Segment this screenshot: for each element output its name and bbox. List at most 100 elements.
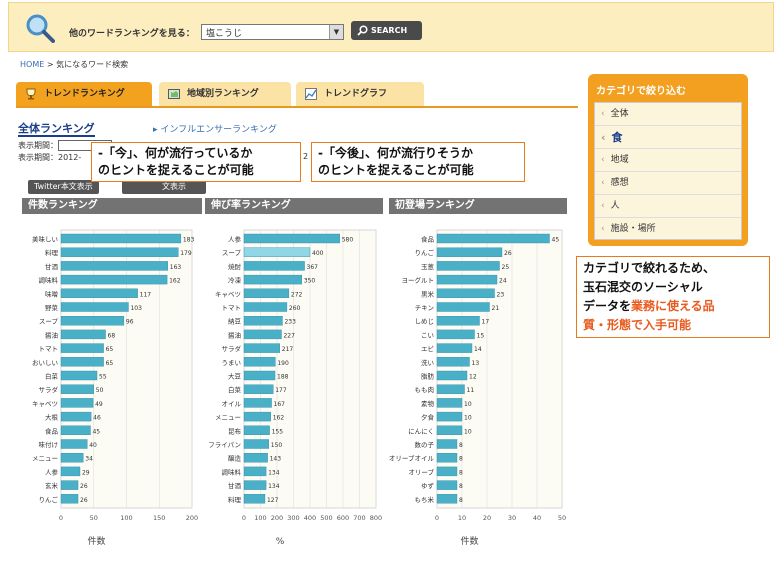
bar xyxy=(436,261,500,271)
category-label: 食品 xyxy=(421,235,434,244)
value-label: 40 xyxy=(89,442,97,449)
value-label: 14 xyxy=(474,346,482,353)
value-label: 217 xyxy=(282,346,294,353)
tick-label: 600 xyxy=(337,514,349,522)
category-label: 素物 xyxy=(421,399,435,408)
value-label: 127 xyxy=(267,497,279,504)
value-label: 272 xyxy=(291,291,303,298)
tick-label: 100 xyxy=(254,514,266,522)
category-label: にんにく xyxy=(408,427,434,435)
callout-future-line1: -「今後」、何が流行りそうか xyxy=(318,146,473,160)
bar xyxy=(243,494,266,504)
period-label: 表示期間：2012- xyxy=(18,153,82,162)
tick-label: 200 xyxy=(271,514,283,522)
sidebar-item-region[interactable]: ‹ 地域 xyxy=(595,149,741,172)
category-label: 美味しい xyxy=(32,235,58,244)
category-label: 味噌 xyxy=(45,289,58,298)
category-label: 白菜 xyxy=(45,372,59,381)
x-axis-label: % xyxy=(276,537,285,547)
sidebar-item-food[interactable]: ‹ 食 xyxy=(595,126,741,149)
word-select[interactable]: 塩こうじ ▼ xyxy=(201,24,344,40)
period-row-2: 表示期間：2012- xyxy=(18,152,81,163)
x-axis-label: 件数 xyxy=(87,535,105,547)
text-display-button[interactable]: 文表示 xyxy=(122,180,206,194)
value-label: 68 xyxy=(108,332,116,339)
bar xyxy=(436,274,498,285)
bar xyxy=(243,357,276,367)
bar xyxy=(60,274,168,285)
category-label: 料理 xyxy=(228,495,242,504)
sidebar-title: カテゴリで絞り込む xyxy=(596,86,686,97)
value-label: 167 xyxy=(274,401,286,408)
bar xyxy=(60,384,94,394)
search-bar: 他のワードランキングを見る： 塩こうじ ▼ SEARCH xyxy=(8,2,774,52)
value-label: 65 xyxy=(106,360,114,367)
bar xyxy=(243,425,270,436)
category-label: サラダ xyxy=(222,344,242,353)
value-label: 12 xyxy=(469,374,477,381)
bar xyxy=(243,302,288,312)
callout-category-line2: 玉石混交のソーシャル xyxy=(583,280,703,294)
sidebar-item-person[interactable]: ‹ 人 xyxy=(595,195,741,218)
twitter-button-label: Twitter本文表示 xyxy=(34,182,93,191)
bar xyxy=(243,315,283,326)
bar xyxy=(60,329,106,340)
category-label: 黒米 xyxy=(421,289,435,298)
value-label: 11 xyxy=(467,387,475,394)
chevron-down-icon[interactable]: ▼ xyxy=(329,25,343,39)
value-label: 117 xyxy=(140,291,152,298)
callout-category-line1: カテゴリで絞れるため、 xyxy=(583,261,716,275)
category-label: 脂肪 xyxy=(421,372,435,381)
bar xyxy=(60,439,88,449)
tab-trend-graph[interactable]: トレンドグラフ xyxy=(296,82,424,106)
bar xyxy=(436,384,465,394)
bar xyxy=(60,466,81,477)
value-label: 96 xyxy=(126,319,134,326)
bar xyxy=(60,398,94,408)
category-label: 焼酎 xyxy=(228,262,242,271)
category-label: スープ xyxy=(39,318,59,326)
value-label: 10 xyxy=(464,401,472,408)
twitter-text-button[interactable]: Twitter本文表示 xyxy=(28,180,99,194)
tick-label: 200 xyxy=(186,514,198,522)
value-label: 162 xyxy=(169,278,181,285)
new-entry-ranking-header: 初登場ランキング xyxy=(389,198,567,214)
value-label: 15 xyxy=(477,332,485,339)
bar xyxy=(60,302,129,312)
category-label: 味付け xyxy=(39,440,59,449)
category-label: 醤油 xyxy=(45,330,58,339)
category-label: 大豆 xyxy=(228,372,242,381)
chevron-left-icon: ‹ xyxy=(601,155,605,165)
sidebar-item-impression[interactable]: ‹ 感想 xyxy=(595,172,741,195)
overall-ranking-link[interactable]: 全体ランキング xyxy=(18,122,95,137)
search-button[interactable]: SEARCH xyxy=(351,21,422,40)
sidebar-item-facility[interactable]: ‹ 施設・場所 xyxy=(595,218,741,241)
tab-region-ranking[interactable]: 地域別ランキング xyxy=(159,82,291,106)
bar xyxy=(60,452,84,463)
bar xyxy=(243,329,282,340)
sidebar-item-all[interactable]: ‹ 全体 xyxy=(595,103,741,126)
x-axis-label: 件数 xyxy=(460,535,478,547)
chevron-left-icon: ‹ xyxy=(601,224,605,234)
tick-label: 100 xyxy=(120,514,132,522)
category-label: こい xyxy=(421,331,434,339)
value-label: 350 xyxy=(304,278,316,285)
callout-category-line3b: 業務に使える品 xyxy=(631,299,715,313)
category-label: 玄米 xyxy=(45,481,59,490)
sidebar-item-label: 施設・場所 xyxy=(610,224,656,234)
tab-trend-ranking[interactable]: トレンドランキング xyxy=(16,82,152,106)
category-label: 大根 xyxy=(45,413,59,422)
value-label: 8 xyxy=(459,497,463,504)
category-label: 数の子 xyxy=(415,440,435,449)
value-label: 29 xyxy=(82,469,90,476)
influencer-ranking-link[interactable]: ▸ インフルエンサーランキング xyxy=(153,122,313,135)
value-label: 8 xyxy=(459,469,463,476)
breadcrumb-home[interactable]: HOME xyxy=(20,60,44,69)
category-label: 昆布 xyxy=(228,426,242,435)
category-label: サラダ xyxy=(39,385,59,394)
bar xyxy=(60,343,104,353)
category-sidebar: カテゴリで絞り込む ‹ 全体 ‹ 食 ‹ 地域 ‹ 感想 ‹ 人 ‹ 施設・場所 xyxy=(588,74,748,246)
category-label: 醸造 xyxy=(228,454,242,463)
tick-label: 0 xyxy=(435,514,439,522)
chevron-left-icon: ‹ xyxy=(601,109,605,119)
